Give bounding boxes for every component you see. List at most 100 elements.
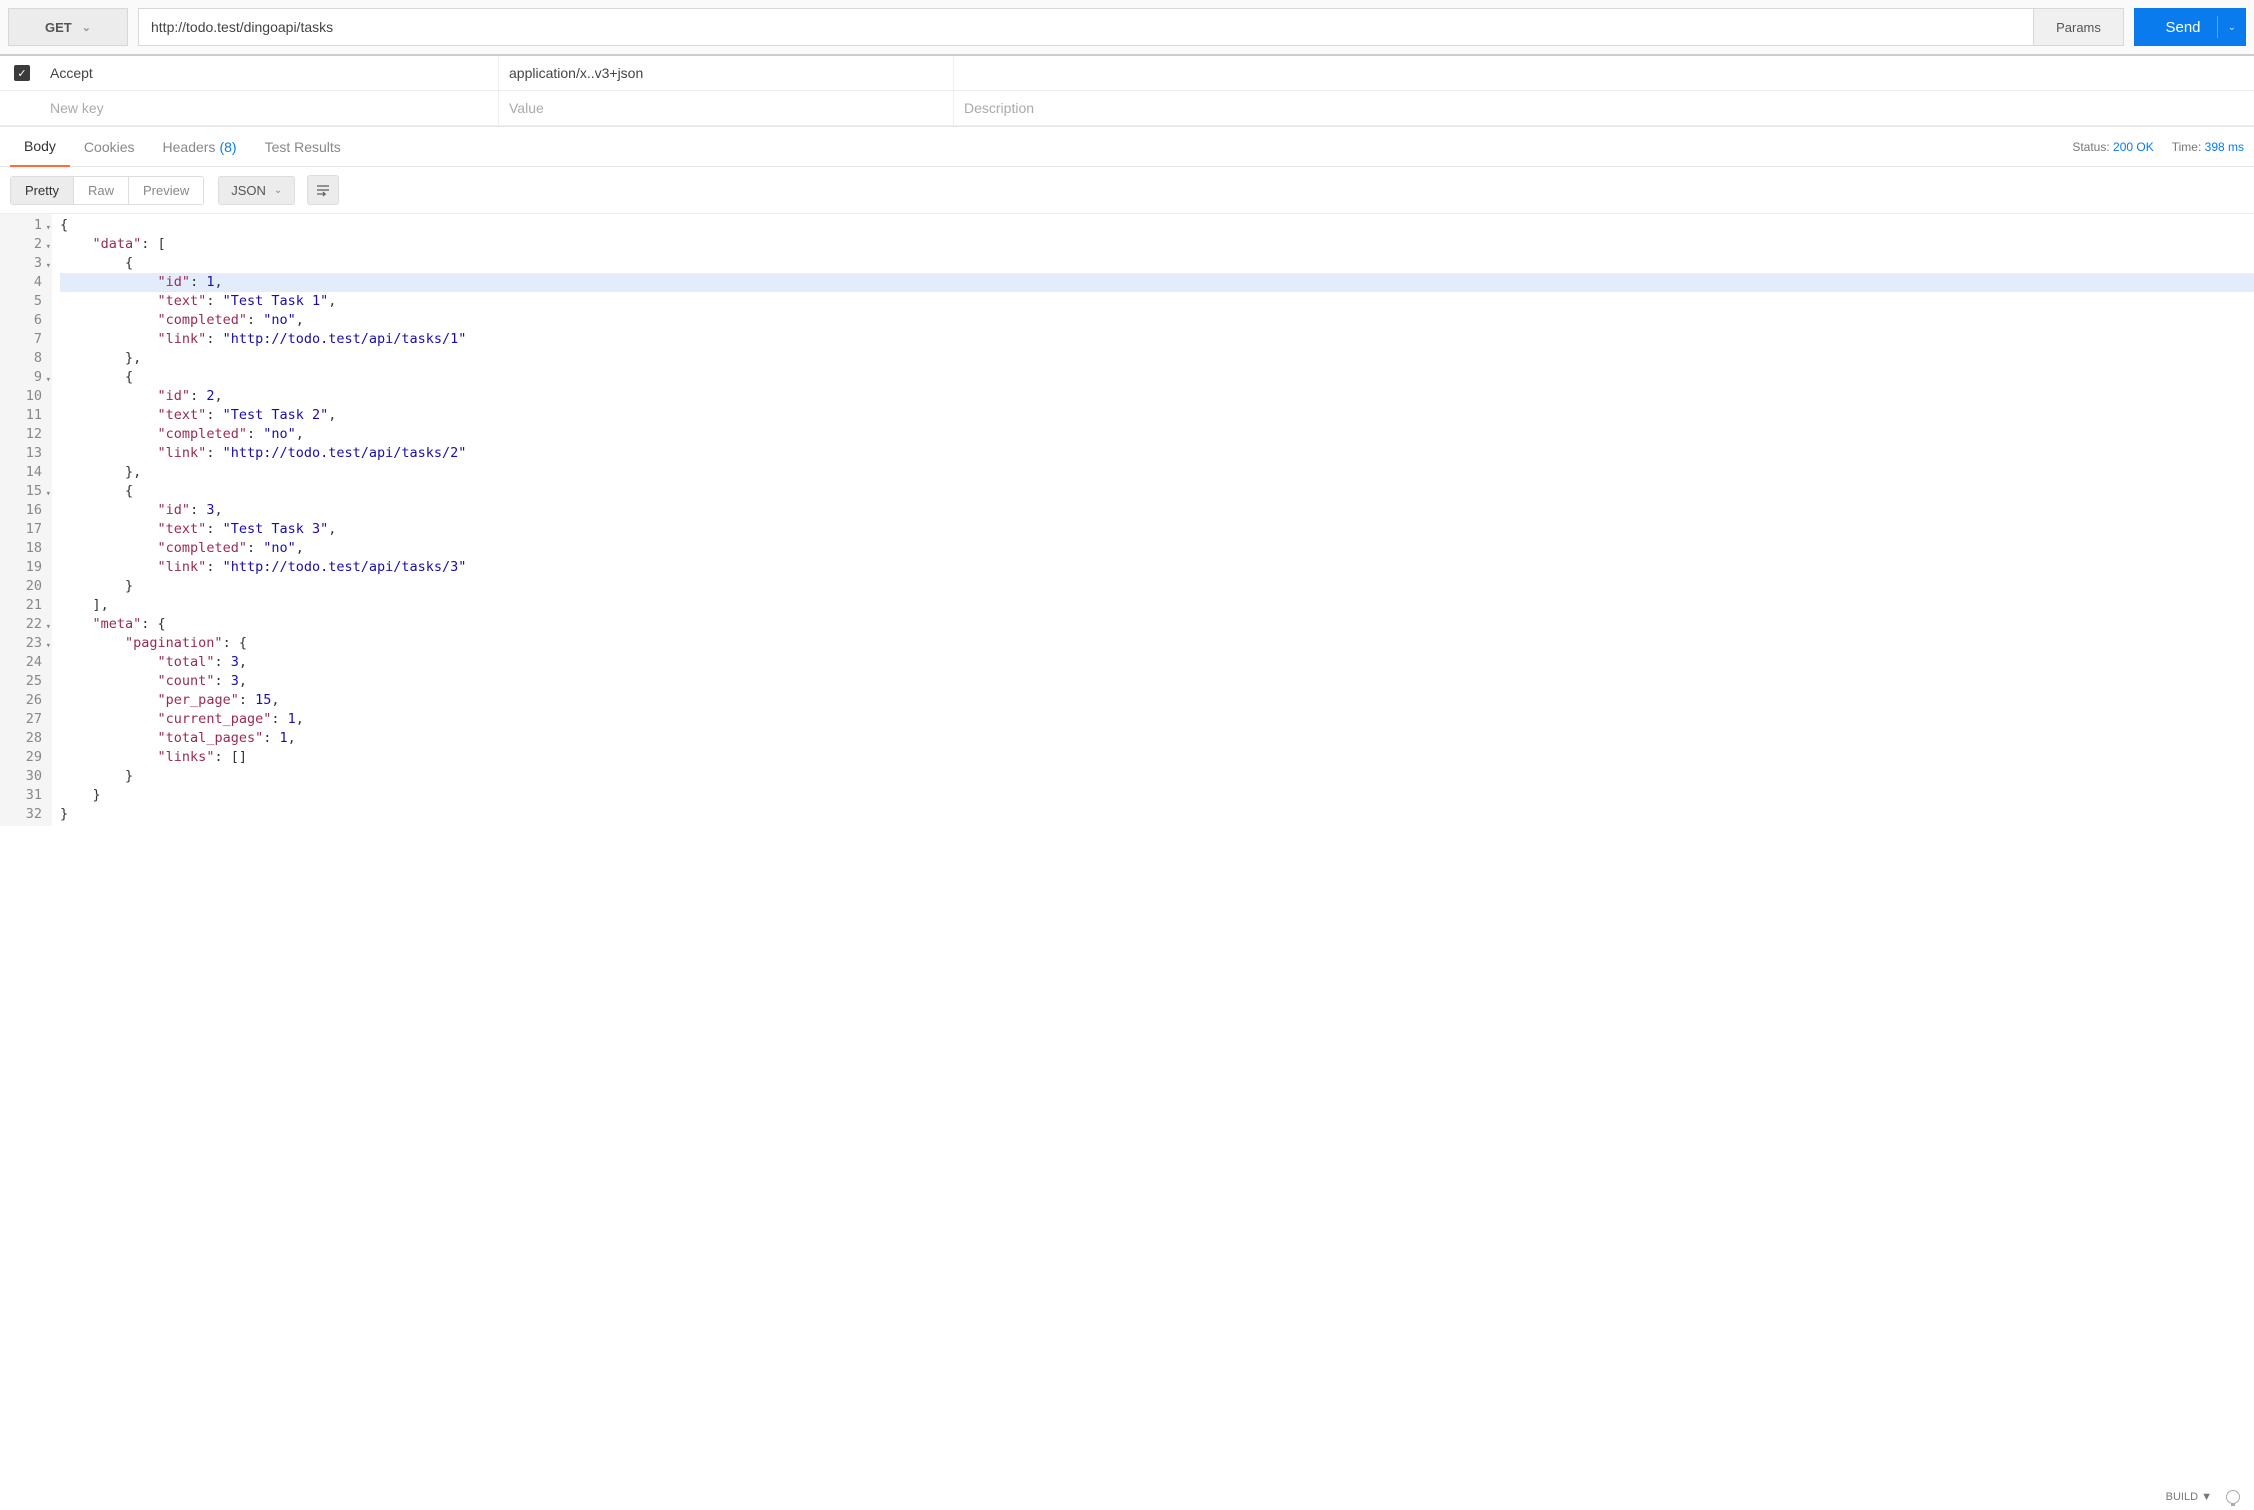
response-body-editor[interactable]: 1234567891011121314151617181920212223242…	[0, 213, 2254, 826]
wrap-lines-button[interactable]	[307, 175, 339, 205]
code-line: },	[60, 463, 2254, 482]
code-line: "completed": "no",	[60, 311, 2254, 330]
line-number: 24	[0, 653, 48, 672]
line-number: 17	[0, 520, 48, 539]
footer-bar: BUILD ▼	[2152, 1484, 2254, 1510]
header-value-cell	[499, 91, 954, 125]
response-view-bar: Pretty Raw Preview JSON ⌄	[0, 167, 2254, 213]
http-method-label: GET	[45, 20, 72, 35]
line-number: 19	[0, 558, 48, 577]
response-status: Status: 200 OK	[2072, 140, 2153, 154]
request-headers-table: ✓	[0, 56, 2254, 127]
lightbulb-icon[interactable]	[2226, 1490, 2240, 1504]
line-number: 5	[0, 292, 48, 311]
header-value-cell	[499, 56, 954, 90]
line-number: 2	[0, 235, 48, 254]
params-button[interactable]: Params	[2033, 9, 2123, 45]
tab-headers[interactable]: Headers (8)	[149, 127, 251, 166]
status-value: 200 OK	[2113, 140, 2154, 154]
tab-headers-label: Headers	[163, 139, 216, 155]
status-label: Status:	[2072, 140, 2109, 154]
line-number: 22	[0, 615, 48, 634]
line-number: 30	[0, 767, 48, 786]
tab-cookies[interactable]: Cookies	[70, 127, 149, 166]
response-time: Time: 398 ms	[2172, 140, 2244, 154]
tab-body[interactable]: Body	[10, 128, 70, 167]
http-method-select[interactable]: GET ⌄	[8, 8, 128, 46]
code-line: "per_page": 15,	[60, 691, 2254, 710]
view-pretty-button[interactable]: Pretty	[11, 177, 74, 204]
header-value-input[interactable]	[509, 100, 943, 116]
send-divider	[2217, 16, 2218, 38]
code-line: "total_pages": 1,	[60, 729, 2254, 748]
code-line: "data": [	[60, 235, 2254, 254]
code-line: }	[60, 767, 2254, 786]
url-input-container: Params	[138, 8, 2124, 46]
code-line: "text": "Test Task 1",	[60, 292, 2254, 311]
header-desc-cell	[954, 100, 2254, 116]
send-button[interactable]: Send ⌄	[2134, 8, 2246, 46]
code-line: "text": "Test Task 2",	[60, 406, 2254, 425]
tab-headers-count: (8)	[219, 139, 236, 155]
header-desc-input[interactable]	[964, 100, 2244, 116]
line-number: 7	[0, 330, 48, 349]
code-line: "id": 3,	[60, 501, 2254, 520]
code-line: }	[60, 805, 2254, 824]
line-number: 14	[0, 463, 48, 482]
code-line: "current_page": 1,	[60, 710, 2254, 729]
line-number: 9	[0, 368, 48, 387]
code-line: "pagination": {	[60, 634, 2254, 653]
chevron-down-icon: ⌄	[82, 21, 91, 34]
line-number: 27	[0, 710, 48, 729]
line-number: 25	[0, 672, 48, 691]
code-line: "total": 3,	[60, 653, 2254, 672]
request-bar: GET ⌄ Params Send ⌄	[0, 0, 2254, 56]
build-menu[interactable]: BUILD ▼	[2166, 1491, 2212, 1503]
line-number: 15	[0, 482, 48, 501]
line-number: 12	[0, 425, 48, 444]
line-number: 31	[0, 786, 48, 805]
code-line: "link": "http://todo.test/api/tasks/3"	[60, 558, 2254, 577]
line-number: 26	[0, 691, 48, 710]
code-line: ],	[60, 596, 2254, 615]
line-number: 6	[0, 311, 48, 330]
line-number-gutter: 1234567891011121314151617181920212223242…	[0, 214, 52, 826]
view-preview-button[interactable]: Preview	[129, 177, 203, 204]
line-number: 28	[0, 729, 48, 748]
code-line: }	[60, 577, 2254, 596]
response-tabs: Body Cookies Headers (8) Test Results St…	[0, 127, 2254, 167]
code-line: {	[60, 254, 2254, 273]
header-value-input[interactable]	[509, 65, 943, 81]
tab-test-results[interactable]: Test Results	[251, 127, 355, 166]
params-label: Params	[2056, 20, 2101, 35]
header-key-cell	[44, 56, 499, 90]
header-enabled-checkbox[interactable]: ✓	[14, 65, 30, 81]
chevron-down-icon: ⌄	[274, 185, 282, 196]
code-line: "completed": "no",	[60, 539, 2254, 558]
code-line: "link": "http://todo.test/api/tasks/1"	[60, 330, 2254, 349]
code-line: "count": 3,	[60, 672, 2254, 691]
code-line: }	[60, 786, 2254, 805]
code-line: "links": []	[60, 748, 2254, 767]
line-number: 3	[0, 254, 48, 273]
header-key-cell	[44, 91, 499, 125]
line-number: 23	[0, 634, 48, 653]
tab-test-results-label: Test Results	[265, 139, 341, 155]
time-label: Time:	[2172, 140, 2202, 154]
tab-cookies-label: Cookies	[84, 139, 135, 155]
tab-body-label: Body	[24, 138, 56, 154]
format-select[interactable]: JSON ⌄	[218, 176, 295, 205]
header-row: ✓	[0, 56, 2254, 91]
line-number: 4	[0, 273, 48, 292]
line-number: 29	[0, 748, 48, 767]
view-raw-button[interactable]: Raw	[74, 177, 129, 204]
code-line: "text": "Test Task 3",	[60, 520, 2254, 539]
code-line: "id": 2,	[60, 387, 2254, 406]
header-key-input[interactable]	[50, 100, 492, 116]
line-number: 20	[0, 577, 48, 596]
header-key-input[interactable]	[50, 65, 492, 81]
line-number: 8	[0, 349, 48, 368]
code-line: {	[60, 216, 2254, 235]
url-input[interactable]	[139, 9, 2033, 45]
send-label: Send	[2165, 19, 2200, 36]
